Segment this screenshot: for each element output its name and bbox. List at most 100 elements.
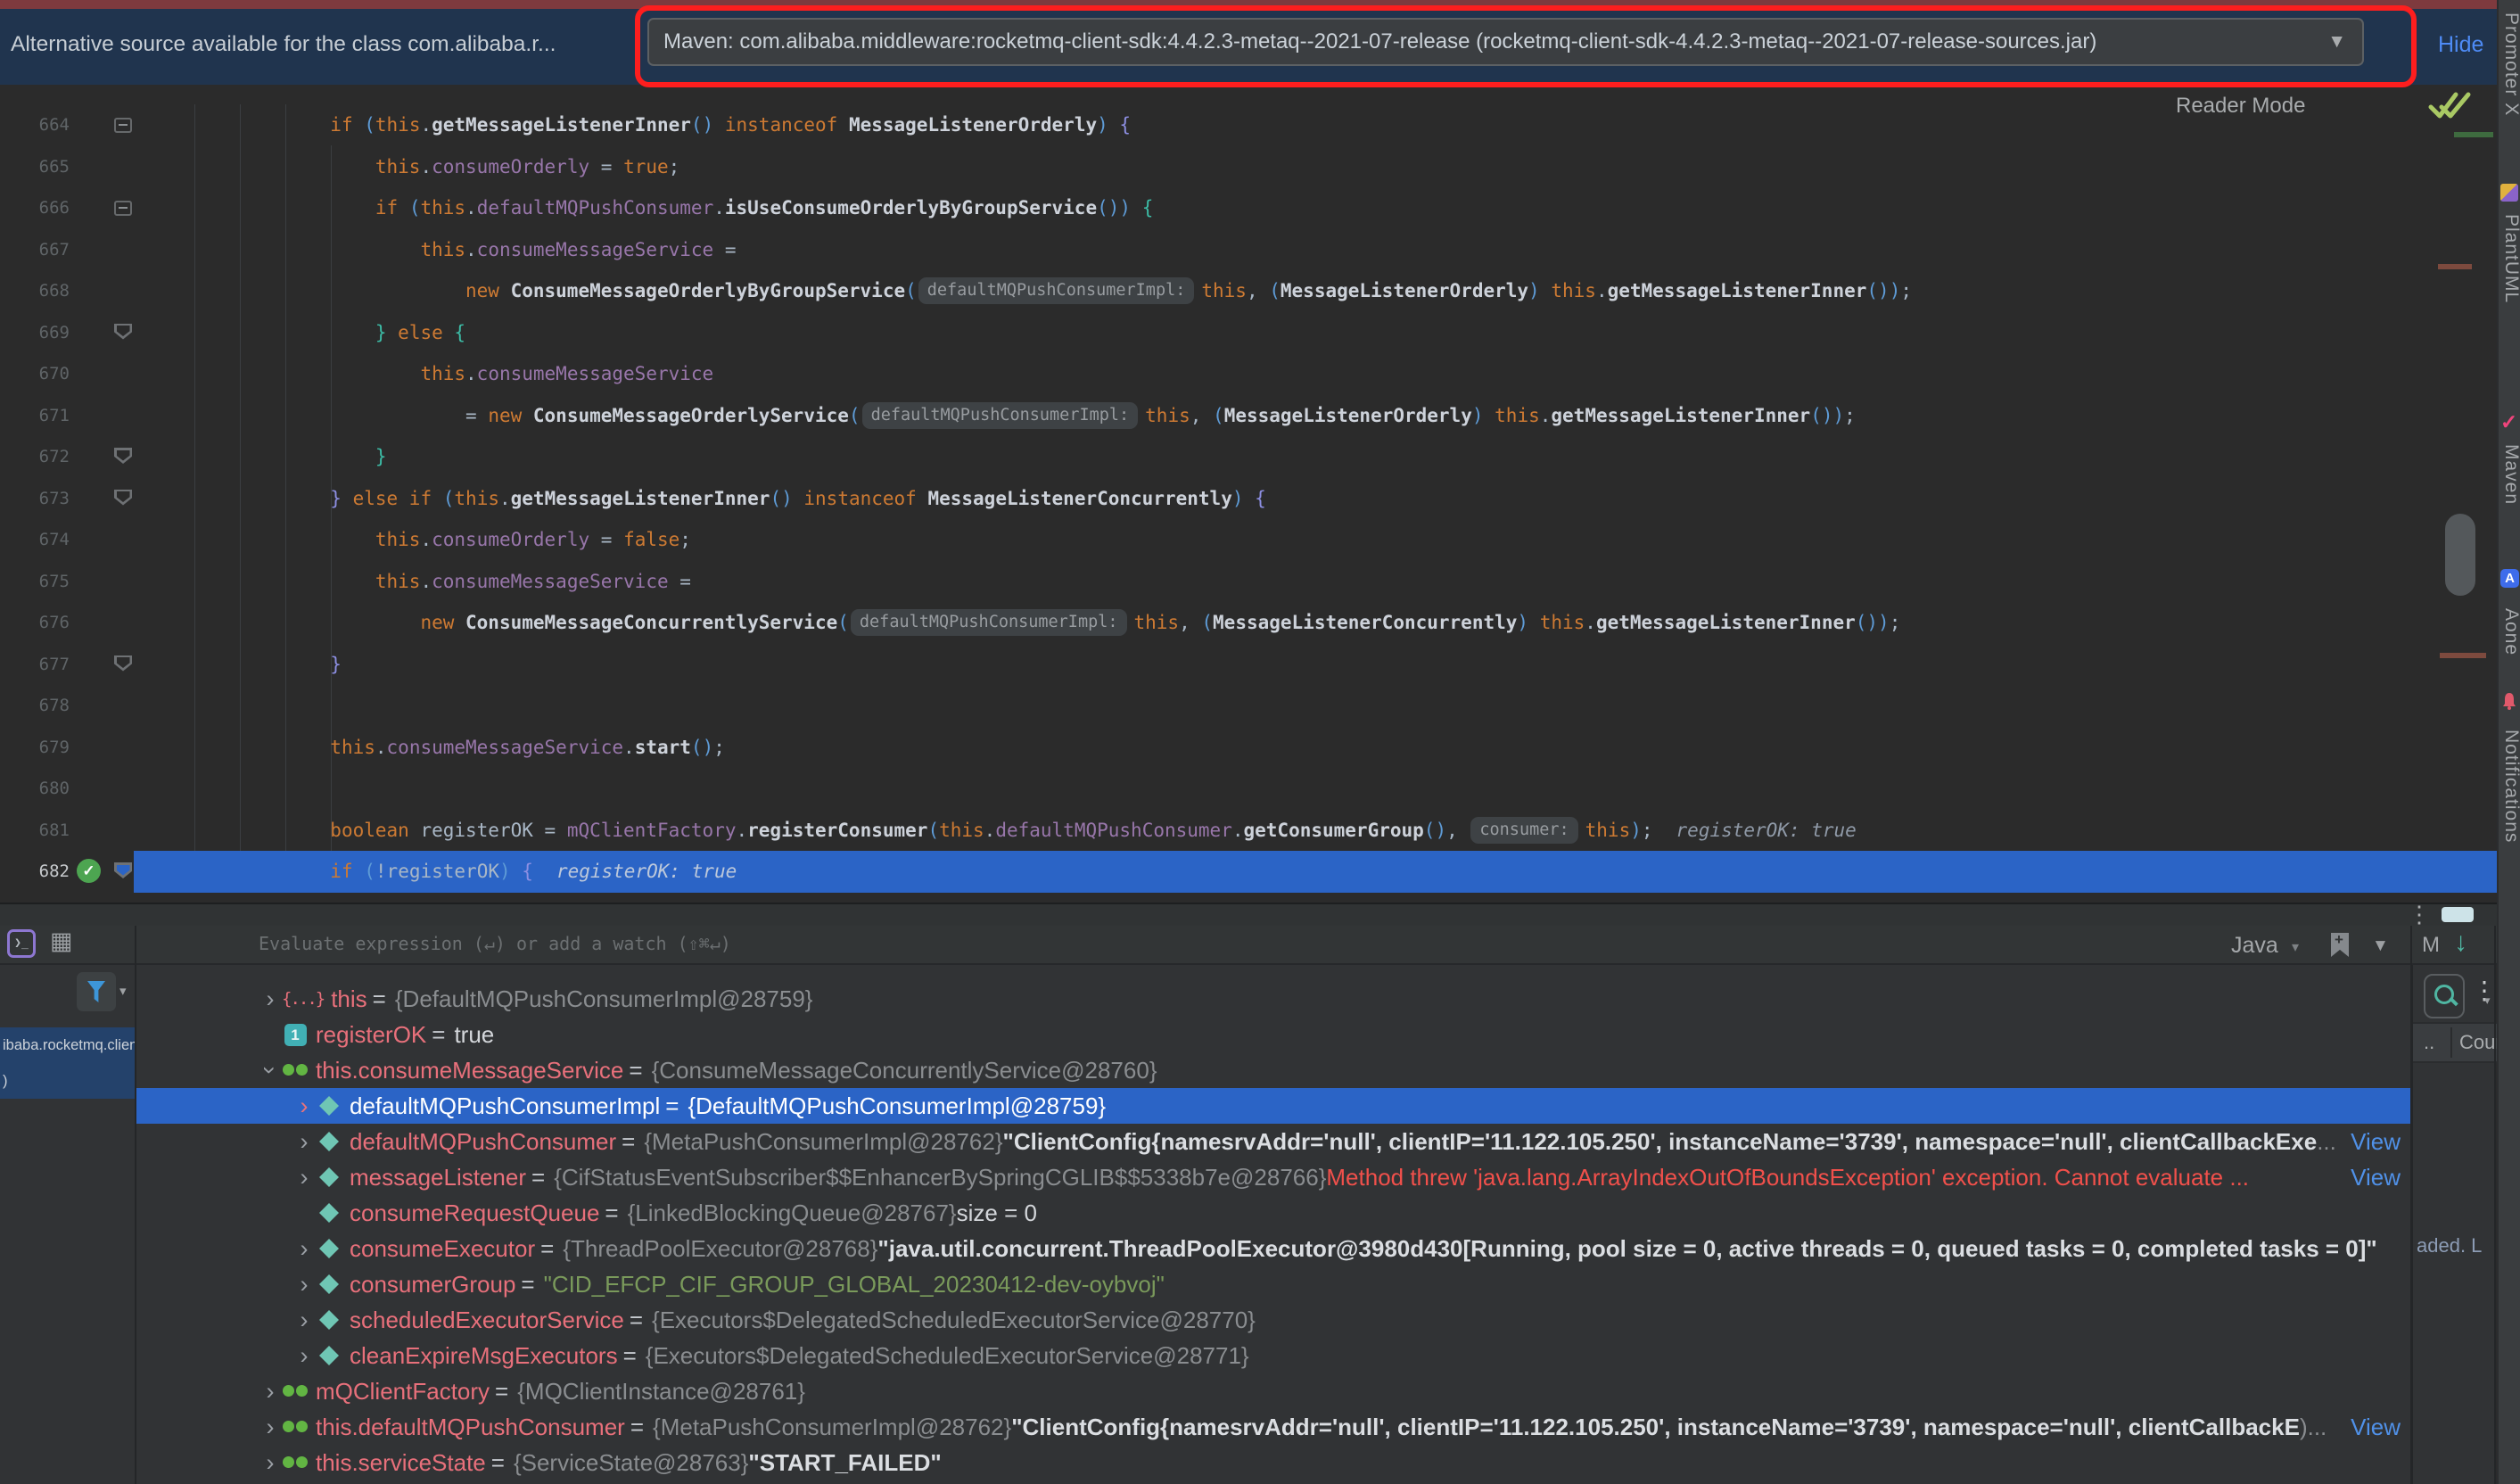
line-number[interactable]: 673 — [0, 478, 70, 520]
code-line[interactable]: 670 this.consumeMessageService — [0, 353, 2497, 395]
tool-stripe-aone[interactable]: Aone — [2499, 608, 2520, 655]
double-check-icon[interactable] — [2427, 87, 2472, 123]
panel-divider[interactable] — [2410, 926, 2412, 1484]
language-selector-arrow-icon[interactable]: ▾ — [2292, 938, 2299, 956]
thread-filter-button[interactable] — [77, 972, 116, 1011]
line-number[interactable]: 683 — [0, 893, 70, 903]
code-line[interactable]: 677 } — [0, 644, 2497, 686]
fold-marker-icon[interactable] — [114, 448, 132, 464]
hide-banner-link[interactable]: Hide — [2438, 32, 2483, 58]
line-number[interactable]: 681 — [0, 810, 70, 852]
tool-stripe-plantuml[interactable]: PlantUML — [2499, 214, 2520, 303]
line-number[interactable]: 665 — [0, 146, 70, 188]
variable-row[interactable]: ›defaultMQPushConsumerImpl={DefaultMQPus… — [136, 1088, 2411, 1124]
memory-search-button[interactable] — [2424, 974, 2465, 1018]
filter-dropdown-arrow-icon[interactable]: ▾ — [119, 983, 127, 999]
code-line[interactable]: 668 new ConsumeMessageOrderlyByGroupServ… — [0, 270, 2497, 312]
code-line[interactable]: 664 if (this.getMessageListenerInner() i… — [0, 104, 2497, 146]
code-line[interactable]: 681 boolean registerOK = mQClientFactory… — [0, 810, 2497, 852]
expand-chevron-icon[interactable]: › — [292, 1088, 316, 1124]
line-number[interactable]: 667 — [0, 229, 70, 271]
expand-chevron-icon[interactable]: › — [292, 1124, 316, 1159]
code-line[interactable]: 667 this.consumeMessageService = — [0, 229, 2497, 271]
expand-chevron-icon[interactable]: › — [292, 1302, 316, 1338]
line-number[interactable]: 679 — [0, 727, 70, 769]
notifications-bell-icon[interactable] — [2500, 692, 2518, 714]
code-line[interactable]: 671 = new ConsumeMessageOrderlyService(d… — [0, 395, 2497, 437]
line-number[interactable]: 678 — [0, 685, 70, 727]
frame-row[interactable]: ibaba.rocketmq.client. — [0, 1027, 136, 1063]
layout-settings-icon[interactable]: ▦ — [50, 928, 73, 955]
code-line[interactable]: 679 this.consumeMessageService.start(); — [0, 727, 2497, 769]
line-number[interactable]: 682 — [0, 851, 70, 893]
line-number[interactable]: 676 — [0, 602, 70, 644]
line-number[interactable]: 671 — [0, 395, 70, 437]
line-number[interactable]: 670 — [0, 353, 70, 395]
code-line[interactable]: 675 this.consumeMessageService = — [0, 561, 2497, 603]
frame-row[interactable]: ) — [0, 1063, 136, 1099]
line-number[interactable]: 668 — [0, 270, 70, 312]
variable-row[interactable]: ›defaultMQPushConsumer={MetaPushConsumer… — [136, 1124, 2411, 1159]
variable-row[interactable]: ›mQClientFactory={MQClientInstance@28761… — [136, 1373, 2411, 1409]
fold-marker-icon[interactable] — [114, 324, 132, 340]
expand-chevron-icon[interactable]: › — [259, 1373, 282, 1409]
column-divider[interactable] — [2450, 1027, 2452, 1058]
variable-row[interactable]: ›consumerGroup="CID_EFCP_CIF_GROUP_GLOBA… — [136, 1266, 2411, 1302]
line-number[interactable]: 677 — [0, 644, 70, 686]
line-number[interactable]: 666 — [0, 187, 70, 229]
code-line[interactable]: 673 } else if (this.getMessageListenerIn… — [0, 478, 2497, 520]
minimize-panel-icon[interactable] — [2442, 907, 2474, 922]
view-value-link[interactable]: View — [2345, 1159, 2401, 1195]
panel-splitter-strip[interactable] — [0, 903, 2497, 926]
breakpoint-check-icon[interactable]: ✓ — [77, 859, 101, 883]
fold-marker-icon[interactable] — [114, 118, 132, 133]
reader-mode-label[interactable]: Reader Mode — [2176, 94, 2305, 119]
code-line[interactable]: 676 new ConsumeMessageConcurrentlyServic… — [0, 602, 2497, 644]
view-value-link[interactable]: View — [2345, 1124, 2401, 1159]
variable-row[interactable]: ›consumeExecutor={ThreadPoolExecutor@287… — [136, 1231, 2411, 1266]
expand-chevron-icon[interactable]: › — [292, 1338, 316, 1373]
variable-row[interactable]: ›{...}this={DefaultMQPushConsumerImpl@28… — [136, 981, 2411, 1017]
view-value-link[interactable]: View — [2345, 1409, 2401, 1445]
code-line[interactable]: 683 this.serviceState = ServiceState.CRE… — [0, 893, 2497, 903]
code-line[interactable]: 672 } — [0, 436, 2497, 478]
plantuml-icon[interactable] — [2500, 184, 2518, 202]
line-number[interactable]: 669 — [0, 312, 70, 354]
variable-row[interactable]: 1registerOK=true — [136, 1017, 2411, 1052]
expand-chevron-icon[interactable]: › — [259, 1445, 282, 1480]
memory-column-class[interactable]: .. — [2424, 1024, 2434, 1061]
fold-marker-icon[interactable] — [114, 490, 132, 506]
code-line[interactable]: 666 if (this.defaultMQPushConsumer.isUse… — [0, 187, 2497, 229]
variable-row[interactable]: ›this.consumeMessageService={ConsumeMess… — [136, 1052, 2411, 1088]
language-selector[interactable]: Java — [2231, 933, 2278, 959]
tool-stripe-notifications[interactable]: Notifications — [2499, 730, 2520, 843]
history-dropdown-icon[interactable]: ▼ — [2372, 936, 2389, 956]
panel-divider[interactable] — [135, 926, 136, 1484]
code-line[interactable]: 665 this.consumeOrderly = true; — [0, 146, 2497, 188]
line-number[interactable]: 680 — [0, 768, 70, 810]
expand-chevron-icon[interactable]: › — [292, 1266, 316, 1302]
variable-row[interactable]: ›messageListener={CifStatusEventSubscrib… — [136, 1159, 2411, 1195]
evaluate-expression-input[interactable]: Evaluate expression (↵) or add a watch (… — [259, 933, 731, 954]
line-number[interactable]: 675 — [0, 561, 70, 603]
frames-panel[interactable]: ▾ ibaba.rocketmq.client.) — [0, 965, 136, 1484]
code-editor[interactable]: 664 if (this.getMessageListenerInner() i… — [0, 85, 2497, 903]
error-stripe-mark[interactable] — [2440, 653, 2486, 658]
more-options-icon[interactable]: ⋮ — [2408, 903, 2431, 926]
source-jar-combobox[interactable]: Maven: com.alibaba.middleware:rocketmq-c… — [647, 18, 2364, 66]
load-classes-icon[interactable]: ↓ — [2454, 928, 2467, 958]
error-stripe-mark[interactable] — [2438, 264, 2472, 269]
line-number[interactable]: 672 — [0, 436, 70, 478]
fold-marker-icon[interactable] — [114, 862, 132, 878]
code-line[interactable]: 669 } else { — [0, 312, 2497, 354]
debugger-console-icon[interactable]: ❯_ — [7, 929, 36, 958]
line-number[interactable]: 674 — [0, 519, 70, 561]
tool-stripe-promoter-x[interactable]: Promoter X — [2499, 12, 2520, 116]
editor-scrollbar-thumb[interactable] — [2445, 514, 2475, 596]
code-line[interactable]: 680 — [0, 768, 2497, 810]
combobox-arrow-icon[interactable]: ▼ — [2327, 31, 2346, 53]
variable-row[interactable]: ›this.defaultMQPushConsumer={MetaPushCon… — [136, 1409, 2411, 1445]
code-line[interactable]: 682✓ if (!registerOK) {registerOK: true — [0, 851, 2497, 893]
code-line[interactable]: 678 — [0, 685, 2497, 727]
tool-stripe-maven[interactable]: Maven — [2499, 444, 2520, 505]
